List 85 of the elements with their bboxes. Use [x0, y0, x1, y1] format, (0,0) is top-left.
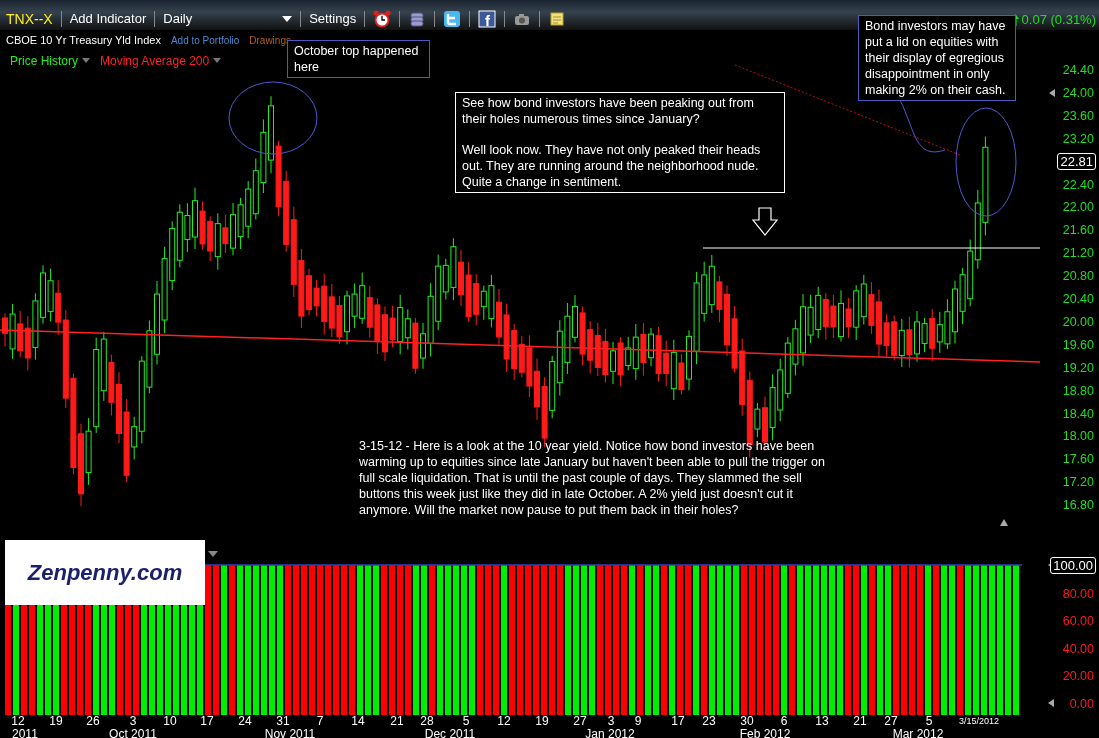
axis-label: 17 [200, 716, 214, 729]
social-share-icon[interactable]: f [478, 10, 497, 28]
axis-label: 12 [11, 716, 25, 729]
axis-label: 27 [573, 716, 587, 729]
axis-label: 0.00 [1069, 696, 1094, 711]
axis-label: 17 [671, 716, 685, 729]
marker-icon [1000, 519, 1008, 526]
axis-label: 80.00 [1062, 586, 1094, 601]
axis-label: 17.60 [1062, 452, 1094, 467]
axis-label: 6 [780, 716, 788, 729]
axis-label: 24.00 [1062, 85, 1094, 100]
axis-label: 19 [49, 716, 63, 729]
annotation-text: Bond investors may have put a lid on equities with their display of egregious disappointment in only making 2% on their cash. [865, 18, 1007, 98]
period-dropdown[interactable]: Daily [163, 9, 293, 29]
toolbar-button[interactable]: Add Indicator [69, 9, 147, 29]
axis-label: 2011 [12, 727, 38, 738]
sticky-note-icon[interactable] [548, 10, 567, 28]
security-name: CBOE 10 Yr Treasury Yld Index [6, 33, 161, 48]
axis-label: 18.80 [1062, 383, 1094, 398]
axis-label: 28 [420, 716, 434, 729]
axis-label: 20.40 [1062, 292, 1094, 306]
alarm-clock-icon[interactable] [373, 10, 392, 28]
axis-label: 21.60 [1062, 223, 1094, 238]
axis-label: 19.20 [1062, 360, 1094, 375]
axis-label: 3/15/2012 [959, 716, 999, 727]
annotation-text: Well look now. They have not only peaked their heads out. They are running around the neighborhood nude. Quite a change in sentiment. [462, 142, 762, 190]
axis-label: Oct 2011 [109, 727, 157, 738]
axis-label: 18.40 [1062, 406, 1094, 421]
axis-label: 3 [129, 716, 137, 729]
down-arrow-icon [751, 207, 779, 236]
axis-label: 19.60 [1062, 337, 1094, 352]
axis-label: 60.00 [1062, 614, 1094, 628]
overlay-dropdown[interactable]: Price History [10, 51, 90, 70]
axis-label: 20.00 [1062, 314, 1094, 329]
price-change: 0.07 (0.31%) [1021, 11, 1096, 29]
axis-label: 19 [535, 716, 549, 729]
axis-label: 12 [497, 716, 511, 729]
overlay-dropdown[interactable]: Moving Average 200 [100, 51, 222, 70]
toolbar-button[interactable]: Settings [309, 9, 357, 29]
axis-label: 21.20 [1062, 246, 1094, 261]
axis-label: 31 [276, 716, 290, 729]
current-price: 22.81 [1057, 152, 1096, 170]
axis-label: 23 [702, 716, 716, 729]
ticker-symbol: TNX--X [6, 9, 53, 29]
axis-label: 24.40 [1062, 63, 1094, 77]
axis-label: 23.20 [1062, 131, 1094, 146]
axis-label: 5 [462, 716, 470, 729]
callout-line [899, 99, 946, 153]
axis-label: 5 [925, 716, 933, 729]
axis-label: 7 [316, 716, 324, 729]
axis-label: 16.80 [1062, 498, 1094, 513]
annotation-text: October top happened here [294, 43, 420, 75]
axis-label: Nov 2011 [264, 727, 316, 738]
axis-label: 18.00 [1062, 429, 1094, 444]
axis-label: 21 [390, 716, 404, 729]
axis-label: 21 [853, 716, 867, 729]
axis-label: 27 [884, 716, 898, 729]
marker-icon [1048, 699, 1054, 707]
axis-label: Jan 2012 [585, 727, 635, 738]
marker-icon [1049, 89, 1055, 97]
database-icon[interactable] [408, 10, 427, 28]
logo: Zenpenny.com [5, 540, 205, 605]
bird-icon[interactable] [443, 10, 462, 28]
toolbar-link[interactable]: Add to Portfolio [170, 32, 240, 48]
axis-label: 22.40 [1062, 177, 1094, 192]
axis-label: Feb 2012 [739, 727, 791, 738]
axis-label: 10 [163, 716, 177, 729]
axis-label: 3 [607, 716, 615, 729]
axis-label: 14 [351, 716, 365, 729]
axis-label: 24 [238, 716, 252, 729]
axis-label: 20.80 [1062, 269, 1094, 284]
axis-label: 22.00 [1062, 200, 1094, 215]
axis-label: 17.20 [1062, 475, 1094, 490]
axis-label: Dec 2011 [424, 727, 476, 738]
axis-label: 40.00 [1062, 641, 1094, 656]
axis-label: 13 [815, 716, 829, 729]
axis-label: 20.00 [1062, 669, 1094, 683]
axis-label: 26 [86, 716, 100, 729]
axis-label: 30 [740, 716, 754, 729]
caret-icon [208, 551, 218, 557]
axis-label: 9 [634, 716, 642, 729]
current-value: 100.00 [1050, 557, 1096, 574]
axis-label: Mar 2012 [892, 727, 944, 738]
axis-label: 23.60 [1062, 108, 1094, 123]
annotation-text: See how bond investors have been peaking out from their holes numerous times since January? [462, 95, 755, 127]
